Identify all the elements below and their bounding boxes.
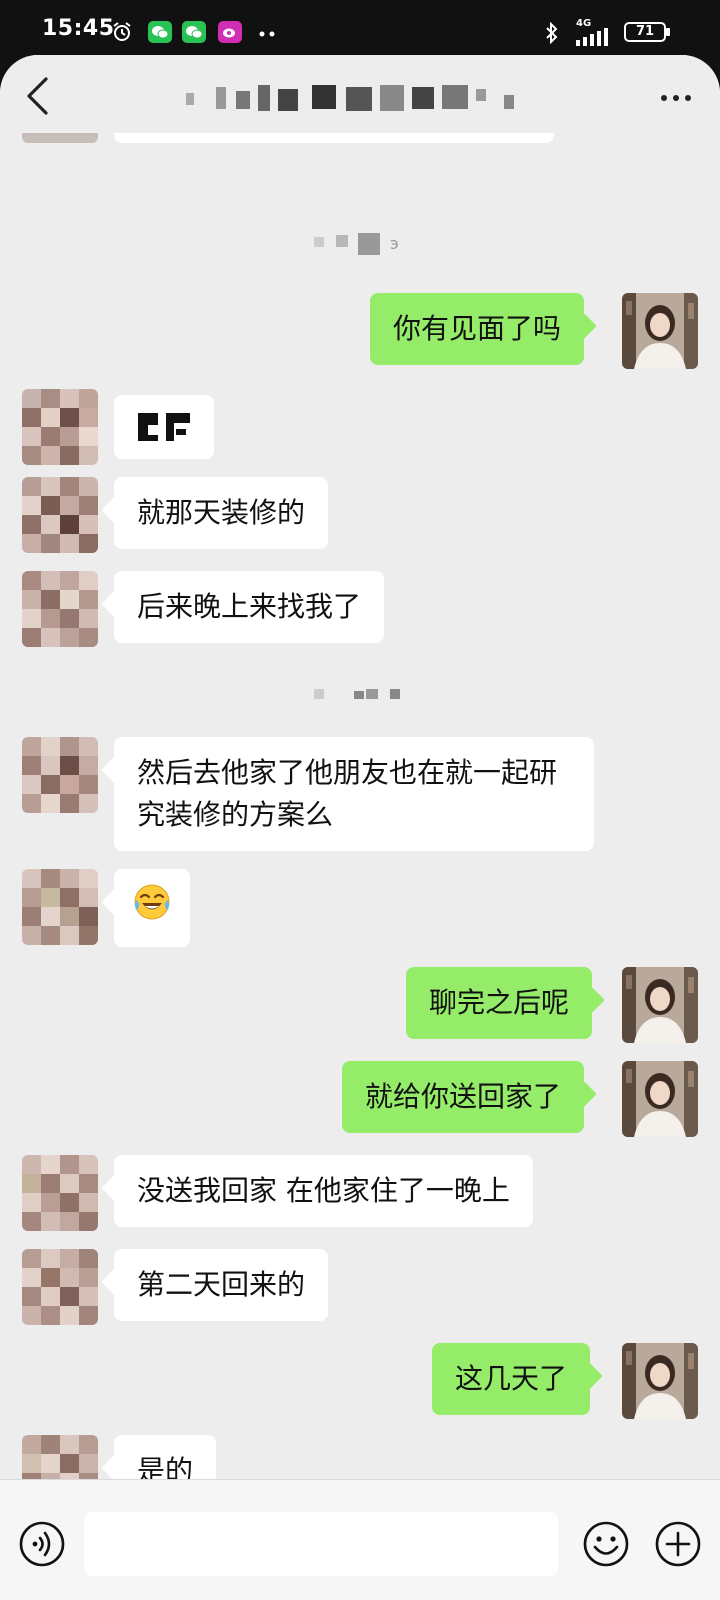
contact-avatar[interactable] xyxy=(22,477,98,553)
message-bubble-received[interactable]: 没送我回家 在他家住了一晚上 xyxy=(114,1155,533,1227)
partial-message xyxy=(22,133,98,143)
message-bubble-sent[interactable]: 这几天了 xyxy=(432,1343,591,1415)
bluetooth-icon xyxy=(546,22,558,44)
timestamp-redacted xyxy=(314,689,400,699)
message-bubble-received[interactable]: 然后去他家了他朋友也在就一起研究装修的方案么 xyxy=(114,737,594,851)
avatar-photo xyxy=(622,967,698,1043)
message-bubble-sent[interactable]: 你有见面了吗 xyxy=(370,293,585,365)
contact-avatar[interactable] xyxy=(22,571,98,647)
my-avatar[interactable] xyxy=(622,1343,698,1419)
input-bar xyxy=(0,1479,720,1600)
partial-bubble xyxy=(114,133,554,143)
message-input[interactable] xyxy=(84,1512,558,1576)
my-avatar[interactable] xyxy=(622,293,698,369)
battery-icon: 71 xyxy=(624,22,666,42)
message-bubble-sent[interactable]: 聊完之后呢 xyxy=(406,967,593,1039)
more-notifications-icon xyxy=(259,31,275,37)
wechat-icon xyxy=(148,21,172,43)
my-avatar[interactable] xyxy=(622,1061,698,1137)
avatar-photo xyxy=(622,1343,698,1419)
avatar-pixelated xyxy=(22,389,98,465)
message-bubble-received[interactable]: 就那天装修的 xyxy=(114,477,329,549)
chat-screen: э 你有见面了吗 就那天装修的 后来晚上来找我了 然后去他家了他朋友也在就一起研… xyxy=(0,55,720,1600)
contact-avatar[interactable] xyxy=(22,1155,98,1231)
wechat-icon xyxy=(182,21,206,43)
message-bubble-sent[interactable]: 就给你送回家了 xyxy=(342,1061,585,1133)
contact-avatar[interactable] xyxy=(22,389,98,465)
message-list[interactable]: э 你有见面了吗 就那天装修的 后来晚上来找我了 然后去他家了他朋友也在就一起研… xyxy=(0,133,720,1511)
image-thumbnail-redacted xyxy=(138,413,190,441)
chat-header xyxy=(0,55,720,139)
emoji-message[interactable] xyxy=(114,869,190,947)
alarm-icon xyxy=(113,22,131,41)
contact-avatar[interactable] xyxy=(22,737,98,813)
battery-tip xyxy=(666,28,670,36)
image-message[interactable] xyxy=(114,395,214,459)
signal-icon xyxy=(576,28,608,46)
avatar-pixelated xyxy=(22,869,98,945)
avatar-pixelated xyxy=(22,737,98,813)
weibo-icon xyxy=(218,21,242,43)
avatar-photo xyxy=(622,1061,698,1137)
status-time: 15:45 xyxy=(42,16,115,41)
tears-of-joy-emoji-icon xyxy=(134,884,170,920)
avatar-photo xyxy=(622,293,698,369)
voice-button[interactable] xyxy=(18,1520,66,1568)
back-button[interactable] xyxy=(16,73,60,119)
contact-avatar[interactable] xyxy=(22,1249,98,1325)
chat-title-redacted xyxy=(186,85,514,111)
emoji-button[interactable] xyxy=(582,1520,630,1568)
status-indicators: 4G 71 xyxy=(500,0,720,62)
svg-text:э: э xyxy=(390,234,399,253)
battery-level: 71 xyxy=(635,24,655,39)
message-bubble-received[interactable]: 后来晚上来找我了 xyxy=(114,571,385,643)
avatar-pixelated xyxy=(22,1155,98,1231)
my-avatar[interactable] xyxy=(622,967,698,1043)
status-bar: 15:45 4G 71 xyxy=(0,0,720,62)
more-options-button[interactable] xyxy=(656,83,696,113)
timestamp-redacted: э xyxy=(314,233,399,255)
contact-avatar[interactable] xyxy=(22,869,98,945)
avatar-pixelated xyxy=(22,571,98,647)
avatar-pixelated xyxy=(22,477,98,553)
message-bubble-received[interactable]: 第二天回来的 xyxy=(114,1249,329,1321)
plus-button[interactable] xyxy=(654,1520,702,1568)
avatar-pixelated xyxy=(22,1249,98,1325)
